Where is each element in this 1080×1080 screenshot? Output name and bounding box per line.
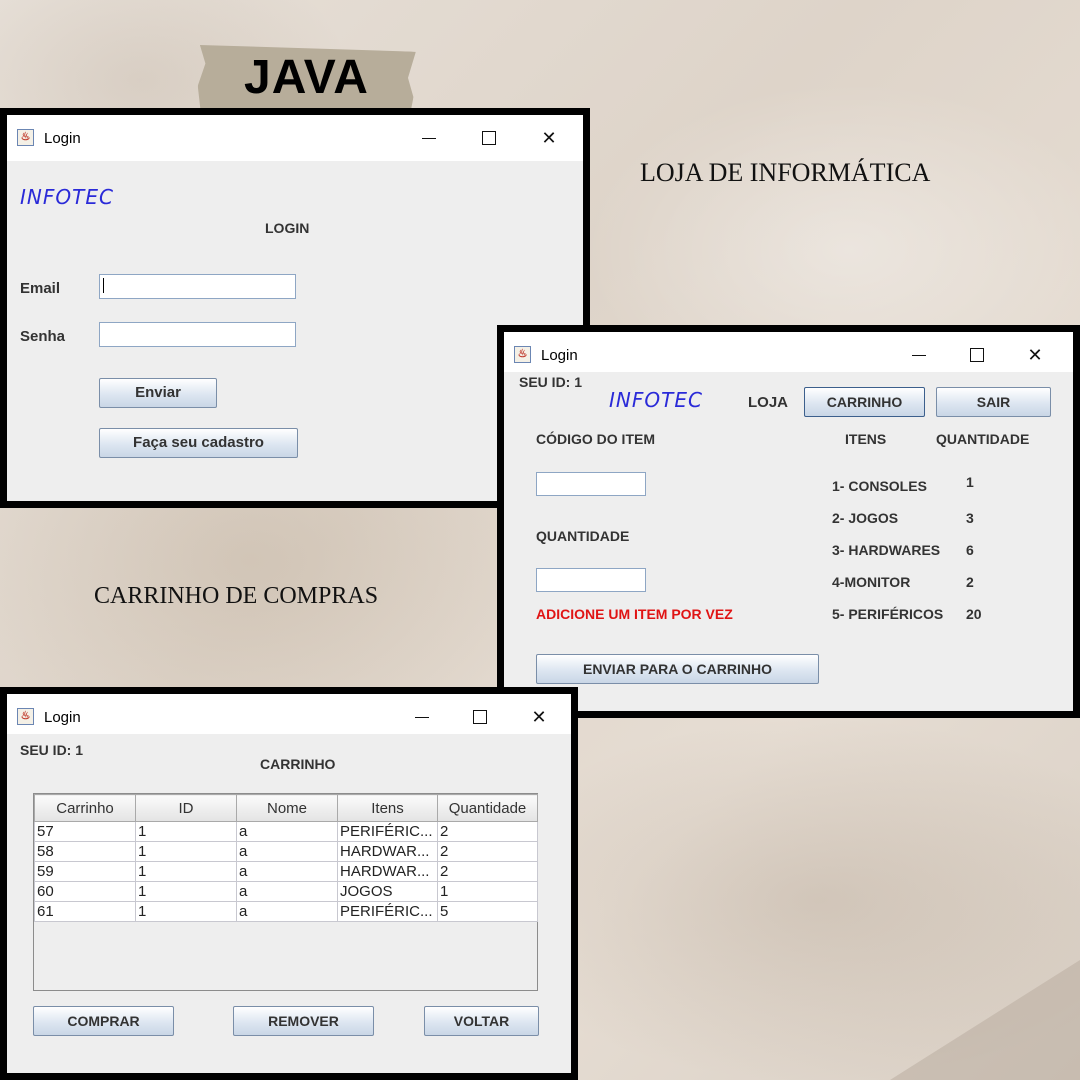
list-item: 3- HARDWARES [832,542,941,558]
table-cell: HARDWAR... [337,861,438,882]
java-app-icon: ♨ [17,129,34,146]
java-app-icon: ♨ [17,708,34,725]
close-icon[interactable]: ✕ [524,702,554,732]
table-cell: a [236,821,338,842]
store-titlebar: ♨ Login ✕ [504,332,1073,372]
buy-button[interactable]: COMPRAR [33,1006,174,1036]
table-cell: 1 [135,901,237,922]
quantity-field[interactable] [536,568,646,592]
table-cell: 1 [135,861,237,882]
brand-logo: INFOTEC [609,388,703,412]
table-cell: 58 [34,841,136,862]
table-header-row: Carrinho ID Nome Itens Quantidade [34,794,538,822]
minimize-icon[interactable] [904,340,934,370]
login-titlebar: ♨ Login ✕ [7,115,583,161]
minimize-icon[interactable] [414,123,444,153]
back-button[interactable]: VOLTAR [424,1006,539,1036]
cart-nav-button[interactable]: CARRINHO [804,387,925,417]
login-heading: LOGIN [265,220,310,236]
register-button[interactable]: Faça seu cadastro [99,428,298,458]
table-cell: a [236,901,338,922]
window-title: Login [541,347,578,364]
table-cell: a [236,881,338,902]
send-to-cart-button[interactable]: ENVIAR PARA O CARRINHO [536,654,819,684]
cart-table[interactable]: Carrinho ID Nome Itens Quantidade 57 1 a… [34,794,538,922]
page-title: JAVA [244,51,369,104]
list-item-qty: 20 [966,606,982,622]
password-label: Senha [20,328,66,345]
list-item: 2- JOGOS [832,510,899,526]
remove-button[interactable]: REMOVER [233,1006,374,1036]
list-item-qty: 1 [966,474,974,490]
list-item: 1- CONSOLES [832,478,927,494]
quantity-label: QUANTIDADE [536,528,630,544]
column-header-name[interactable]: Nome [236,794,338,822]
table-cell: JOGOS [337,881,438,902]
table-cell: 1 [135,841,237,862]
table-cell: 60 [34,881,136,902]
nav-store-label: LOJA [748,394,789,411]
table-row[interactable]: 61 1 a PERIFÉRIC... 5 [34,901,538,922]
quantity-header: QUANTIDADE [936,431,1030,447]
exit-button[interactable]: SAIR [936,387,1051,417]
paper-corner-decoration [890,960,1080,1080]
table-cell: 5 [437,901,538,922]
list-item: 4-MONITOR [832,574,911,590]
maximize-icon[interactable] [474,123,504,153]
item-code-field[interactable] [536,472,646,496]
table-cell: 57 [34,821,136,842]
items-header: ITENS [845,431,887,447]
table-cell: PERIFÉRIC... [337,901,438,922]
window-title: Login [44,130,81,147]
cart-titlebar: ♨ Login ✕ [7,694,571,734]
table-cell: 2 [437,861,538,882]
maximize-icon[interactable] [962,340,992,370]
caption-cart: CARRINHO DE COMPRAS [94,583,379,609]
table-cell: a [236,841,338,862]
table-row[interactable]: 60 1 a JOGOS 1 [34,881,538,902]
column-header-quantity[interactable]: Quantidade [437,794,538,822]
table-row[interactable]: 59 1 a HARDWAR... 2 [34,861,538,882]
table-cell: 1 [135,881,237,902]
column-header-items[interactable]: Itens [337,794,438,822]
email-field[interactable] [99,274,296,299]
close-icon[interactable]: ✕ [1020,340,1050,370]
item-code-label: CÓDIGO DO ITEM [536,431,655,447]
email-label: Email [20,280,61,297]
column-header-cart[interactable]: Carrinho [34,794,136,822]
table-cell: 61 [34,901,136,922]
table-row[interactable]: 58 1 a HARDWAR... 2 [34,841,538,862]
store-window: ♨ Login ✕ SEU ID: 1 INFOTEC LOJA CARRINH… [497,325,1080,718]
maximize-icon[interactable] [465,702,495,732]
list-item-qty: 2 [966,574,974,590]
table-cell: 1 [135,821,237,842]
list-item-qty: 6 [966,542,974,558]
table-cell: PERIFÉRIC... [337,821,438,842]
password-field[interactable] [99,322,296,347]
table-cell: 1 [437,881,538,902]
close-icon[interactable]: ✕ [534,123,564,153]
cart-heading: CARRINHO [260,756,336,772]
column-header-id[interactable]: ID [135,794,237,822]
table-row[interactable]: 57 1 a PERIFÉRIC... 2 [34,821,538,842]
window-title: Login [44,709,81,726]
caption-store: LOJA DE INFORMÁTICA [640,158,931,187]
minimize-icon[interactable] [407,702,437,732]
submit-button[interactable]: Enviar [99,378,217,408]
table-cell: 2 [437,821,538,842]
list-item-qty: 3 [966,510,974,526]
table-cell: a [236,861,338,882]
brand-logo: INFOTEC [20,185,114,209]
java-app-icon: ♨ [514,346,531,363]
table-cell: HARDWAR... [337,841,438,862]
list-item: 5- PERIFÉRICOS [832,606,944,622]
table-cell: 59 [34,861,136,882]
cart-window: ♨ Login ✕ SEU ID: 1 CARRINHO Carrinho ID… [0,687,578,1080]
user-id-label: SEU ID: 1 [20,742,84,758]
warning-message: ADICIONE UM ITEM POR VEZ [536,606,733,622]
table-cell: 2 [437,841,538,862]
user-id-label: SEU ID: 1 [519,374,583,390]
